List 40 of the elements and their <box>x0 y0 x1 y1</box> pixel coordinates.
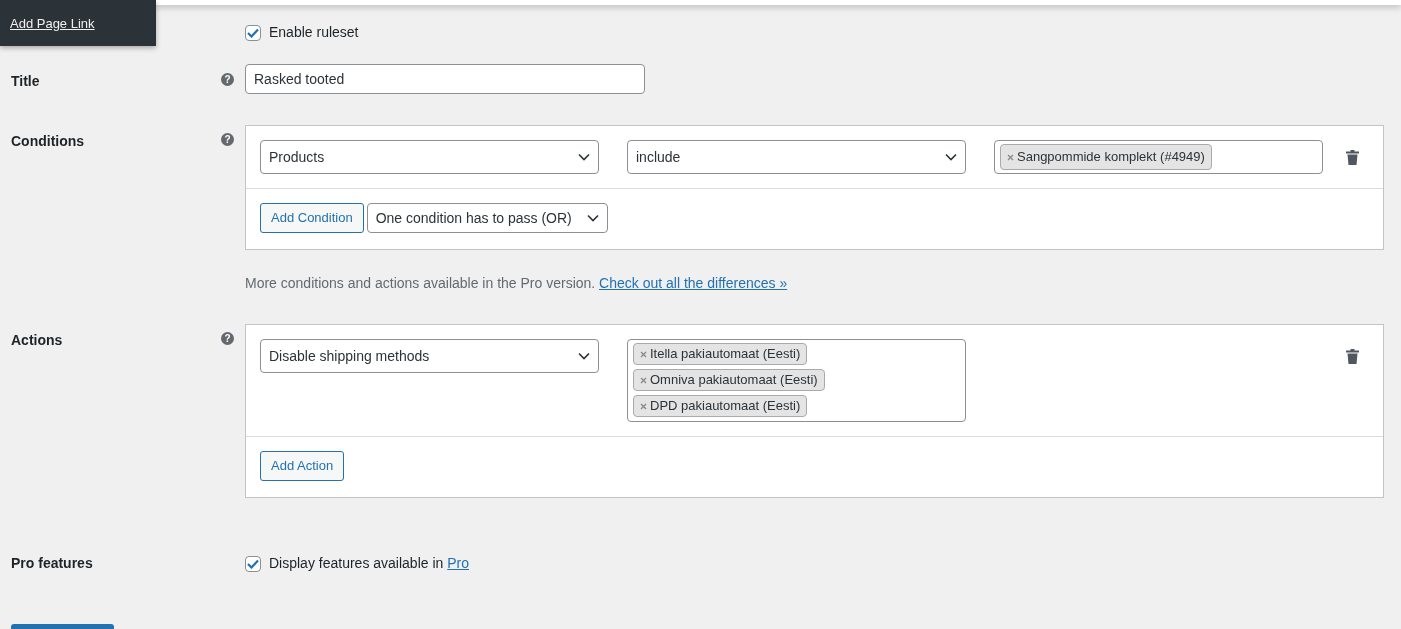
pro-note: More conditions and actions available in the Pro version. Check out all the differences » <box>245 274 789 293</box>
add-action-button[interactable]: Add Action <box>260 451 345 481</box>
field-label: Actions <box>10 331 64 350</box>
selected-tag[interactable]: Sangpommide komplekt (#4949) <box>1000 144 1212 170</box>
action-dropdown[interactable]: Disable shipping methods <box>260 339 599 373</box>
field-label: Pro features <box>10 554 94 573</box>
trash-icon[interactable] <box>1346 150 1359 165</box>
checkbox-label: Display features available in Pro <box>269 554 469 573</box>
checkmark-icon <box>247 558 259 569</box>
selected-tag[interactable]: Omniva pakiautomaat (Eesti) <box>633 369 825 391</box>
chevron-icon[interactable] <box>945 153 957 161</box>
checkmark-icon <box>247 27 259 38</box>
help-icon[interactable]: ? <box>221 73 234 86</box>
multi-select-field[interactable]: Sangpommide komplekt (#4949) <box>994 140 1323 174</box>
match-mode-dropdown[interactable]: One condition has to pass (OR) <box>366 203 608 233</box>
chevron-icon[interactable] <box>578 153 590 161</box>
remove-icon[interactable] <box>1007 153 1014 161</box>
field-label: Conditions <box>10 132 86 151</box>
field-dropdown[interactable]: Products <box>260 140 599 174</box>
menu-item[interactable]: Add Page Link <box>0 14 156 34</box>
differences-link[interactable]: Check out all the differences » <box>599 275 788 291</box>
remove-icon[interactable] <box>640 350 647 358</box>
remove-icon[interactable] <box>640 402 647 410</box>
pro-link[interactable]: Pro <box>447 555 469 571</box>
help-icon[interactable]: ? <box>221 133 234 146</box>
title-input[interactable]: Rasked tooted <box>245 64 645 94</box>
checkbox[interactable] <box>245 24 261 41</box>
field-label: Title <box>10 72 41 91</box>
selected-tag[interactable]: DPD pakiautomaat (Eesti) <box>633 395 808 417</box>
checkbox-label: Enable ruleset <box>269 23 359 42</box>
help-icon[interactable]: ? <box>221 332 234 345</box>
chevron-icon[interactable] <box>578 352 590 360</box>
trash-icon[interactable] <box>1346 349 1359 364</box>
remove-icon[interactable] <box>640 376 647 384</box>
operator-dropdown[interactable]: include <box>627 140 966 174</box>
add-condition-button[interactable]: Add Condition <box>260 203 364 233</box>
chevron-icon[interactable] <box>586 214 599 222</box>
checkbox[interactable] <box>245 555 261 572</box>
multi-select-field[interactable]: Itella pakiautomaat (Eesti) Omniva pakiautomaat (Eesti) DPD pakiautomaat (Eesti) <box>627 339 966 422</box>
selected-tag[interactable]: Itella pakiautomaat (Eesti) <box>633 343 808 365</box>
